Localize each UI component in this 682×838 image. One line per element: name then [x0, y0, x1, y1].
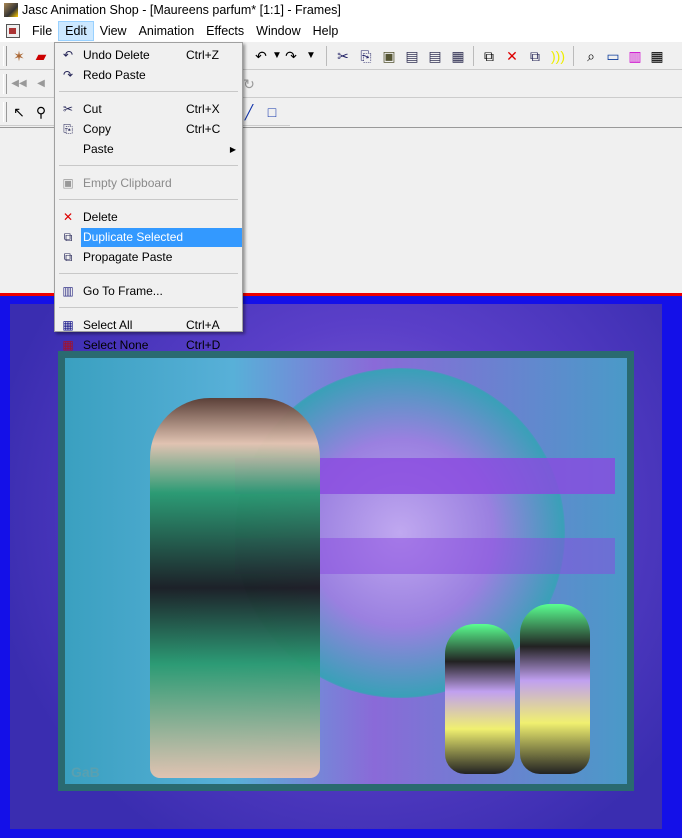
- sound-icon[interactable]: ))): [549, 47, 567, 65]
- menu-item-redo-paste[interactable]: ↷ Redo Paste: [55, 65, 242, 85]
- cut-icon[interactable]: ✂: [334, 47, 352, 65]
- first-frame-icon[interactable]: ◀◀: [10, 75, 28, 93]
- menu-file[interactable]: File: [26, 22, 58, 40]
- redo-icon[interactable]: ↷: [282, 47, 300, 65]
- edit-menu-dropdown: ↶ Undo Delete Ctrl+Z ↷ Redo Paste ✂ Cut Ctrl+…: [54, 42, 243, 352]
- menu-item-undo-delete[interactable]: ↶ Undo Delete Ctrl+Z: [55, 45, 242, 65]
- menu-help[interactable]: Help: [307, 22, 345, 40]
- window-title: Jasc Animation Shop - [Maureens parfum* …: [22, 3, 341, 17]
- paste-new-icon[interactable]: ▣: [380, 47, 398, 65]
- previous-frame-icon[interactable]: ◀: [32, 75, 50, 93]
- watermark: GaB: [71, 764, 100, 780]
- menu-animation[interactable]: Animation: [133, 22, 201, 40]
- toolbar-grip[interactable]: [3, 46, 7, 66]
- menu-item-select-all[interactable]: ▦ Select All Ctrl+A: [55, 315, 242, 335]
- menu-item-propagate-paste[interactable]: ⧉ Propagate Paste: [55, 247, 242, 267]
- menu-effects[interactable]: Effects: [200, 22, 250, 40]
- wizard-icon[interactable]: ✶: [10, 47, 28, 65]
- menu-edit[interactable]: Edit: [58, 21, 94, 41]
- propagate-icon[interactable]: ⧉: [480, 47, 498, 65]
- undo-icon: ↶: [62, 48, 74, 62]
- menu-item-select-none[interactable]: ▦ Select None Ctrl+D: [55, 335, 242, 355]
- menu-item-cut[interactable]: ✂ Cut Ctrl+X: [55, 99, 242, 119]
- scissors-icon: ✂: [62, 102, 74, 116]
- menu-item-paste[interactable]: Paste ▶: [55, 139, 242, 159]
- animation-frame-canvas[interactable]: GaB: [0, 293, 682, 838]
- toolbar-grip[interactable]: [3, 74, 7, 94]
- submenu-arrow-icon: ▶: [229, 144, 236, 154]
- menu-item-duplicate-selected[interactable]: ⧉ Duplicate Selected: [55, 227, 242, 247]
- rectangle-tool-icon[interactable]: □: [263, 103, 281, 121]
- menu-view[interactable]: View: [94, 22, 133, 40]
- select-none-icon: ▦: [62, 338, 74, 352]
- copy-icon: ⎘: [63, 122, 73, 136]
- paste-before-icon[interactable]: ▤: [403, 47, 421, 65]
- paste-after-icon[interactable]: ▤: [426, 47, 444, 65]
- menu-item-copy[interactable]: ⎘ Copy Ctrl+C: [55, 119, 242, 139]
- document-icon[interactable]: [6, 24, 20, 38]
- film-strip-icon[interactable]: ▦: [648, 47, 666, 65]
- empty-clipboard-icon: ▣: [62, 176, 74, 190]
- select-all-icon: ▦: [62, 318, 74, 332]
- title-bar: Jasc Animation Shop - [Maureens parfum* …: [0, 0, 682, 20]
- frame-properties-icon[interactable]: ▭: [604, 47, 622, 65]
- delete-frame-icon[interactable]: ✕: [503, 47, 521, 65]
- menu-item-empty-clipboard[interactable]: ▣ Empty Clipboard: [55, 173, 242, 193]
- zoom-view-icon[interactable]: ⌕: [582, 47, 600, 65]
- go-to-frame-icon: ▥: [62, 284, 74, 298]
- perfume-bottle: [520, 604, 590, 774]
- delete-frame-icon: ✕: [62, 210, 74, 224]
- redo-icon: ↷: [62, 68, 74, 82]
- picture-frame: GaB: [58, 351, 634, 791]
- artwork-image: GaB: [65, 358, 627, 784]
- woman-figure: [150, 398, 320, 778]
- menu-bar: File Edit View Animation Effects Window …: [0, 20, 682, 42]
- banner-icon[interactable]: ▰: [32, 47, 50, 65]
- redo-dropdown-icon[interactable]: ▼: [302, 47, 320, 65]
- paste-into-icon[interactable]: ▦: [449, 47, 467, 65]
- frame-background: GaB: [10, 304, 662, 829]
- perfume-bottle: [445, 624, 515, 774]
- propagate-icon: ⧉: [63, 250, 73, 264]
- duplicate-icon[interactable]: ⧉: [526, 47, 544, 65]
- toolbar-grip[interactable]: [3, 102, 7, 122]
- arrow-tool-icon[interactable]: ↖: [10, 103, 28, 121]
- menu-item-go-to-frame[interactable]: ▥ Go To Frame...: [55, 281, 242, 301]
- menu-window[interactable]: Window: [250, 22, 306, 40]
- menu-item-delete[interactable]: ✕ Delete: [55, 207, 242, 227]
- palette-icon[interactable]: ▥: [626, 47, 644, 65]
- duplicate-icon: ⧉: [63, 230, 73, 244]
- copy-icon[interactable]: ⎘: [357, 47, 375, 65]
- app-icon: [4, 3, 18, 17]
- zoom-tool-icon[interactable]: ⚲: [32, 103, 50, 121]
